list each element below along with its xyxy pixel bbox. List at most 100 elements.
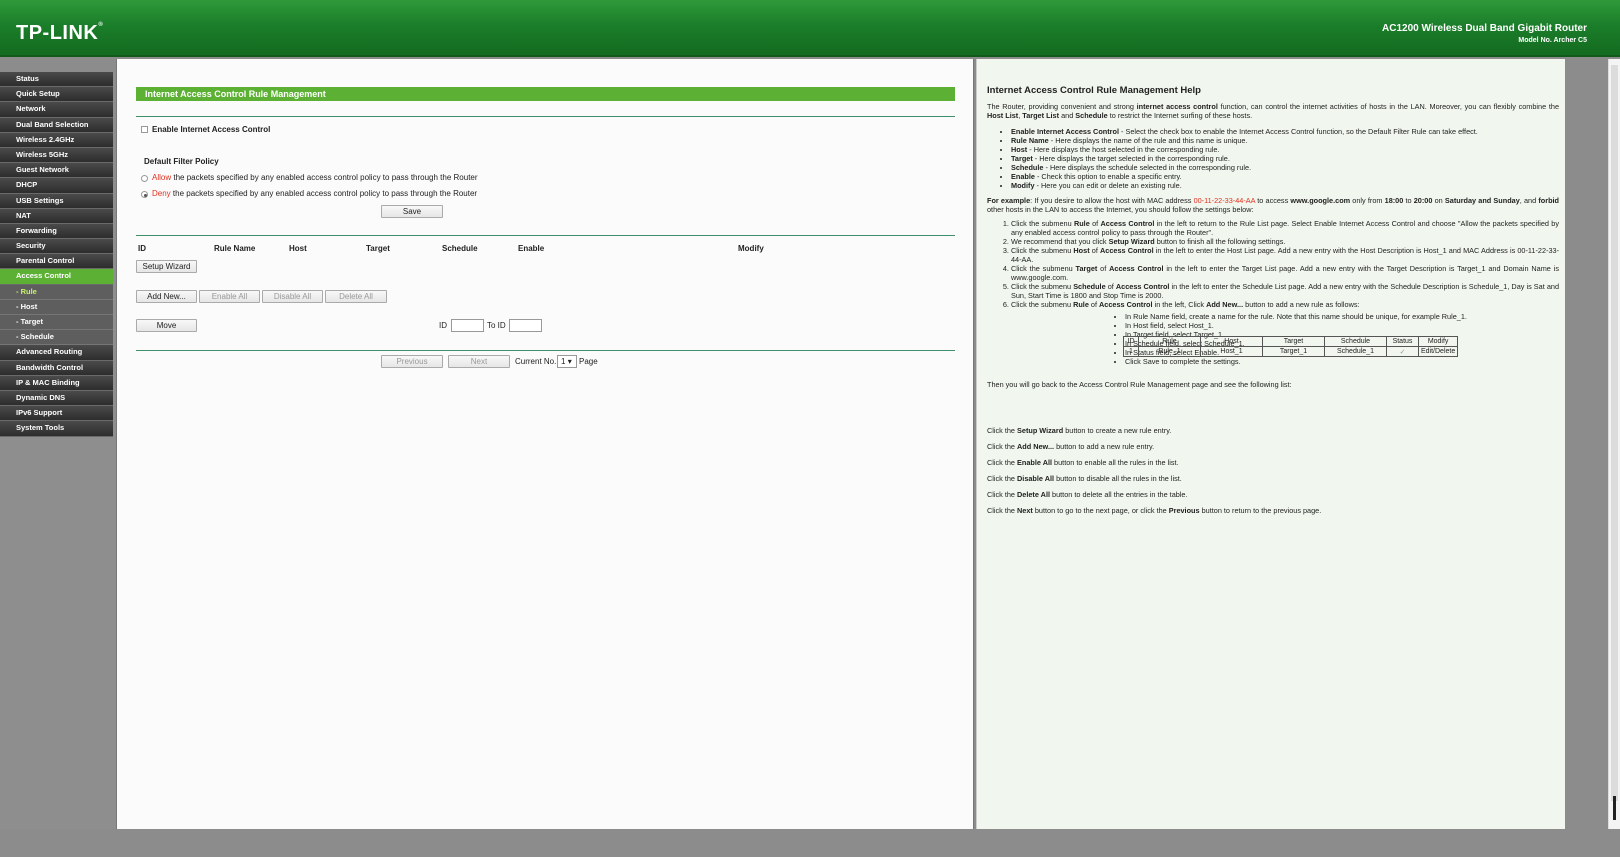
intro-text: function, can control the internet activ…	[1217, 102, 1560, 111]
scrollbar-grip[interactable]	[1613, 796, 1616, 820]
sidebar-item-parental-control[interactable]: Parental Control	[0, 254, 113, 270]
sidebar-item-system-tools[interactable]: System Tools	[0, 421, 113, 437]
sidebar-item-nat[interactable]: NAT	[0, 208, 113, 224]
help-field-item: Schedule - Here displays the schedule se…	[1011, 163, 1551, 172]
sidebar-item-quick-setup[interactable]: Quick Setup	[0, 87, 113, 103]
save-button[interactable]: Save	[381, 205, 443, 218]
example-lead: For example	[987, 196, 1031, 205]
table-header: Status	[1386, 336, 1419, 347]
sidebar-item-wireless-5ghz[interactable]: Wireless 5GHz	[0, 147, 113, 164]
allow-text: the packets specified by any enabled acc…	[171, 173, 478, 182]
sidebar-item-wireless-2-4ghz[interactable]: Wireless 2.4GHz	[0, 132, 113, 148]
table-header: Rule	[1138, 336, 1201, 347]
sidebar-subitem-rule[interactable]: - Rule	[0, 284, 113, 300]
example-text: , and	[1519, 196, 1539, 205]
intro-text: to restrict the Internet surfing of thes…	[1107, 111, 1253, 120]
sidebar-item-usb-settings[interactable]: USB Settings	[0, 193, 113, 209]
add-new-button[interactable]: Add New...	[136, 290, 197, 303]
sidebar-item-ipv6-support[interactable]: IPv6 Support	[0, 406, 113, 422]
divider	[136, 350, 955, 351]
sidebar-subitem-target[interactable]: - Target	[0, 315, 113, 331]
help-field-list: Enable Internet Access Control - Select …	[1011, 127, 1551, 190]
help-field-item: Target - Here displays the target select…	[1011, 154, 1551, 163]
help-field-term: Enable Internet Access Control	[1011, 127, 1119, 136]
help-field-desc: - Here displays the target selected in t…	[1032, 154, 1230, 163]
disable-all-button[interactable]: Disable All	[262, 290, 323, 303]
sidebar-item-dhcp[interactable]: DHCP	[0, 178, 113, 194]
table-header: Target	[1262, 336, 1325, 347]
col-id: ID	[138, 244, 146, 253]
page-select[interactable]: 1 ▾	[557, 355, 577, 368]
example-text: to access	[1255, 196, 1291, 205]
delete-all-button[interactable]: Delete All	[325, 290, 387, 303]
enable-all-button[interactable]: Enable All	[199, 290, 260, 303]
help-step: Click the submenu Target of Access Contr…	[1011, 264, 1559, 282]
move-button[interactable]: Move	[136, 319, 197, 332]
deny-radio[interactable]	[141, 191, 148, 198]
status-check-icon: ✓	[1386, 346, 1419, 357]
col-rule-name: Rule Name	[214, 244, 256, 253]
sidebar-item-access-control[interactable]: Access Control	[0, 269, 113, 285]
tip-text: button to go to the next page, or click …	[1032, 506, 1169, 515]
table-row: 1 Rule_1 Host_1 Target_1 Schedule_1 ✓ Ed…	[1123, 346, 1459, 357]
sidebar-item-security[interactable]: Security	[0, 239, 113, 255]
next-button[interactable]: Next	[448, 355, 510, 368]
help-field-term: Schedule	[1011, 163, 1044, 172]
to-id-label: To ID	[487, 321, 506, 330]
divider	[136, 116, 955, 117]
help-scrollbar[interactable]	[1608, 59, 1620, 829]
intro-bold: Target List	[1022, 111, 1060, 120]
enable-access-control-label: Enable Internet Access Control	[152, 125, 271, 134]
help-tip: Click the Setup Wizard button to create …	[987, 426, 1559, 435]
previous-button[interactable]: Previous	[381, 355, 443, 368]
sidebar-item-ip-mac-binding[interactable]: IP & MAC Binding	[0, 375, 113, 391]
intro-text: and	[1059, 111, 1076, 120]
help-tip: Click the Next button to go to the next …	[987, 506, 1559, 515]
tip-bold: Setup Wizard	[1017, 426, 1064, 435]
help-tip: Click the Enable All button to enable al…	[987, 458, 1559, 467]
model-number: Model No. Archer C5	[1518, 37, 1587, 44]
page-select-value: 1	[561, 357, 566, 366]
sidebar-item-dual-band-selection[interactable]: Dual Band Selection	[0, 117, 113, 133]
table-header-row: ID Rule Host Target Schedule Status Modi…	[1123, 336, 1459, 347]
table-cell: Host_1	[1200, 346, 1263, 357]
tip-bold: Previous	[1168, 506, 1200, 515]
sidebar-item-bandwidth-control[interactable]: Bandwidth Control	[0, 360, 113, 376]
main-panel: Internet Access Control Rule Management …	[116, 59, 974, 829]
product-name: AC1200 Wireless Dual Band Gigabit Router	[1382, 23, 1587, 34]
scrollbar-thumb[interactable]	[1611, 65, 1618, 801]
sidebar-subitem-schedule[interactable]: - Schedule	[0, 330, 113, 346]
tip-text: Click the	[987, 490, 1018, 499]
enable-access-control-checkbox[interactable]	[141, 126, 148, 133]
move-to-id-input[interactable]	[509, 319, 542, 332]
help-step: Click the submenu Schedule of Access Con…	[1011, 282, 1559, 300]
page-title: Internet Access Control Rule Management	[136, 87, 955, 101]
col-enable: Enable	[518, 244, 545, 253]
deny-text: the packets specified by any enabled acc…	[170, 189, 478, 198]
help-step: We recommend that you click Setup Wizard…	[1011, 237, 1559, 246]
sidebar-item-guest-network[interactable]: Guest Network	[0, 163, 113, 179]
move-from-id-input[interactable]	[451, 319, 484, 332]
sidebar-subitem-host[interactable]: - Host	[0, 299, 113, 315]
sidebar-item-network[interactable]: Network	[0, 102, 113, 118]
sidebar-item-advanced-routing[interactable]: Advanced Routing	[0, 345, 113, 361]
table-cell: Schedule_1	[1324, 346, 1387, 357]
table-cell: 1	[1123, 346, 1139, 357]
help-field-item: Enable - Check this option to enable a s…	[1011, 172, 1551, 181]
sidebar-item-dynamic-dns[interactable]: Dynamic DNS	[0, 390, 113, 407]
allow-option-label: Allow the packets specified by any enabl…	[152, 173, 478, 182]
help-field-term: Host	[1011, 145, 1028, 154]
product-info: AC1200 Wireless Dual Band Gigabit Router…	[1382, 23, 1587, 44]
sidebar-item-forwarding[interactable]: Forwarding	[0, 223, 113, 240]
help-intro: The Router, providing convenient and str…	[987, 102, 1559, 120]
example-end: 20:00	[1413, 196, 1433, 205]
sidebar-item-status[interactable]: Status	[0, 72, 113, 88]
help-title: Internet Access Control Rule Management …	[987, 85, 1201, 96]
setup-wizard-button[interactable]: Setup Wizard	[136, 260, 197, 273]
allow-radio[interactable]	[141, 175, 148, 182]
help-example: For example: If you desire to allow the …	[987, 196, 1559, 214]
tp-link-logo: TP-LINK®	[16, 22, 104, 44]
example-text: only from	[1350, 196, 1385, 205]
help-substep: In Host field, select Host_1.	[1125, 321, 1545, 330]
example-text: to	[1403, 196, 1414, 205]
